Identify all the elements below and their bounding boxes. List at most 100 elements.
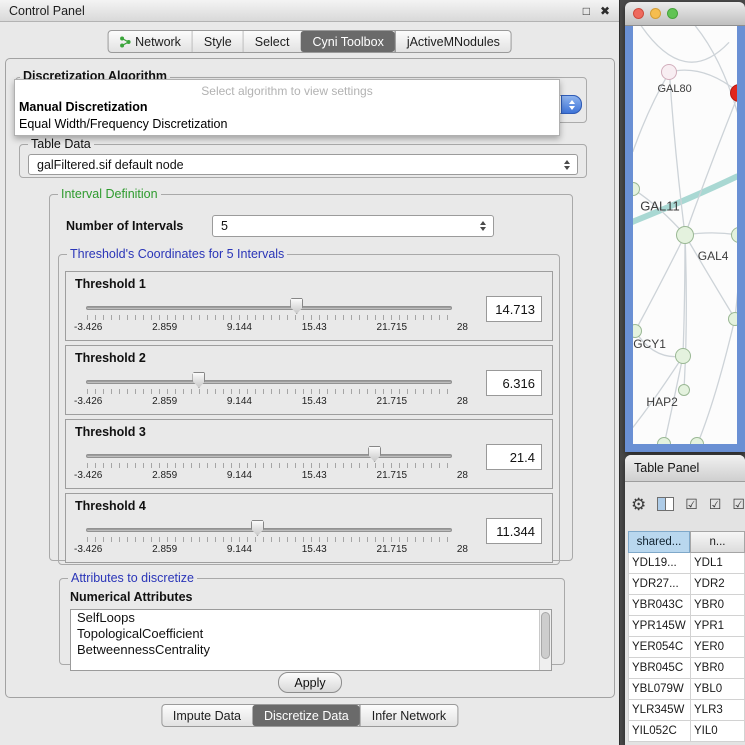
table-panel-window: Table Panel ⚙ ☑ ☑ ☑ shared... n... YDL19…: [625, 455, 745, 745]
network-node[interactable]: [728, 312, 737, 326]
table-row[interactable]: YBR043CYBR0: [628, 595, 745, 616]
tab-label: Infer Network: [372, 709, 446, 723]
threshold-value-field[interactable]: [486, 296, 542, 322]
network-node[interactable]: [657, 437, 671, 444]
window-buttons: □ ✖: [583, 5, 610, 17]
table-cell[interactable]: YER0: [690, 637, 745, 658]
control-panel-titlebar: Control Panel □ ✖: [0, 0, 619, 22]
tab-cyni-toolbox[interactable]: Cyni Toolbox: [300, 31, 394, 52]
threshold-value-field[interactable]: [486, 444, 542, 470]
table-cell[interactable]: YER054C: [628, 637, 690, 658]
slider-track[interactable]: [86, 454, 452, 458]
slider-track[interactable]: [86, 306, 452, 310]
table-row[interactable]: YLR345WYLR3: [628, 700, 745, 721]
threshold-slider[interactable]: [86, 370, 452, 394]
network-node[interactable]: [676, 226, 694, 244]
attribute-list-item[interactable]: BetweennessCentrality: [71, 642, 551, 658]
table-cell[interactable]: YDR27...: [628, 574, 690, 595]
table-cell[interactable]: YIL052C: [628, 721, 690, 742]
table-row[interactable]: YDR27...YDR2: [628, 574, 745, 595]
table-row[interactable]: YPR145WYPR1: [628, 616, 745, 637]
thresholds-legend: Threshold's Coordinates for 5 Intervals: [67, 247, 287, 261]
table-cell[interactable]: YPR1: [690, 616, 745, 637]
attribute-list-item[interactable]: TopologicalCoefficient: [71, 626, 551, 642]
threshold-slider[interactable]: [86, 296, 452, 320]
network-node[interactable]: [690, 437, 704, 444]
network-canvas[interactable]: GAL80GAL11GAL4GCY1HAP2: [633, 26, 737, 444]
attribute-list-item[interactable]: SelfLoops: [71, 610, 551, 626]
threshold-value-field[interactable]: [486, 518, 542, 544]
gear-icon[interactable]: ⚙: [631, 496, 646, 513]
table-data-combobox[interactable]: galFiltered.sif default node: [28, 154, 578, 175]
numerical-attributes-list[interactable]: SelfLoopsTopologicalCoefficientBetweenne…: [70, 609, 552, 671]
table-row[interactable]: YBR045CYBR0: [628, 658, 745, 679]
network-edge: [683, 235, 685, 356]
combobox-arrows-button[interactable]: [561, 95, 582, 114]
minimize-traffic-light-icon[interactable]: [650, 8, 661, 19]
network-node[interactable]: [678, 384, 690, 396]
column-header-name[interactable]: n...: [690, 531, 745, 553]
threshold-slider[interactable]: [86, 518, 452, 542]
checkbox-icon[interactable]: ☑: [685, 497, 698, 511]
network-node[interactable]: [661, 64, 677, 80]
tab-network[interactable]: Network: [108, 31, 192, 52]
tab-style[interactable]: Style: [192, 31, 243, 52]
slider-scale: -3.426 2.859 9.144 15.43 21.715 28: [74, 544, 468, 555]
close-window-icon[interactable]: ✖: [600, 5, 610, 17]
scale-tick-label: -3.426: [74, 470, 102, 481]
table-row[interactable]: YER054CYER0: [628, 637, 745, 658]
table-row[interactable]: YIL052CYIL0: [628, 721, 745, 742]
top-tab-bar: Network Style Select Cyni Toolbox jActiv…: [107, 30, 512, 53]
network-node-label: HAP2: [646, 395, 677, 409]
threshold-value-field[interactable]: [486, 370, 542, 396]
table-cell[interactable]: YBR043C: [628, 595, 690, 616]
table-cell[interactable]: YBL0: [690, 679, 745, 700]
slider-thumb[interactable]: [192, 372, 205, 388]
list-scrollbar[interactable]: [539, 610, 551, 670]
number-of-intervals-combobox[interactable]: 5: [212, 215, 494, 237]
column-header-shared-name[interactable]: shared...: [628, 531, 690, 553]
zoom-traffic-light-icon[interactable]: [667, 8, 678, 19]
tab-discretize-data[interactable]: Discretize Data: [252, 705, 360, 726]
tab-jactivemnodules[interactable]: jActiveMNodules: [395, 31, 511, 52]
show-columns-icon[interactable]: [657, 497, 674, 511]
tab-label: jActiveMNodules: [407, 35, 500, 49]
interval-definition-groupbox: Interval Definition Number of Intervals …: [49, 187, 573, 561]
table-cell[interactable]: YLR345W: [628, 700, 690, 721]
apply-button[interactable]: Apply: [278, 672, 342, 693]
scrollbar-thumb[interactable]: [541, 612, 550, 659]
tab-infer-network[interactable]: Infer Network: [360, 705, 457, 726]
table-cell[interactable]: YBR0: [690, 595, 745, 616]
slider-thumb[interactable]: [251, 520, 264, 536]
scale-tick-label: 28: [457, 544, 468, 555]
checkbox-icon[interactable]: ☑: [732, 497, 745, 511]
tab-select[interactable]: Select: [243, 31, 301, 52]
table-cell[interactable]: YPR145W: [628, 616, 690, 637]
table-cell[interactable]: YDL1: [690, 553, 745, 574]
network-node[interactable]: [675, 348, 691, 364]
table-cell[interactable]: YDR2: [690, 574, 745, 595]
table-row[interactable]: YDL19...YDL1: [628, 553, 745, 574]
table-cell[interactable]: YIL0: [690, 721, 745, 742]
slider-thumb[interactable]: [290, 298, 303, 314]
table-body: YDL19...YDL1YDR27...YDR2YBR043CYBR0YPR14…: [628, 553, 745, 742]
slider-thumb[interactable]: [368, 446, 381, 462]
table-cell[interactable]: YBR0: [690, 658, 745, 679]
table-row[interactable]: YBL079WYBL0: [628, 679, 745, 700]
close-traffic-light-icon[interactable]: [633, 8, 644, 19]
attributes-groupbox: Attributes to discretize Numerical Attri…: [59, 571, 565, 665]
table-cell[interactable]: YBL079W: [628, 679, 690, 700]
slider-track[interactable]: [86, 528, 452, 532]
tab-impute-data[interactable]: Impute Data: [162, 705, 252, 726]
popup-option-manual-discretization[interactable]: Manual Discretization: [15, 99, 559, 116]
table-cell[interactable]: YDL19...: [628, 553, 690, 574]
table-cell[interactable]: YLR3: [690, 700, 745, 721]
float-window-icon[interactable]: □: [583, 5, 590, 17]
checkbox-icon[interactable]: ☑: [709, 497, 722, 511]
slider-track[interactable]: [86, 380, 452, 384]
table-cell[interactable]: YBR045C: [628, 658, 690, 679]
network-node-label: GAL11: [640, 198, 680, 213]
chevron-up-icon: [564, 160, 570, 164]
threshold-slider[interactable]: [86, 444, 452, 468]
popup-option-equal-width-frequency[interactable]: Equal Width/Frequency Discretization: [15, 116, 559, 133]
